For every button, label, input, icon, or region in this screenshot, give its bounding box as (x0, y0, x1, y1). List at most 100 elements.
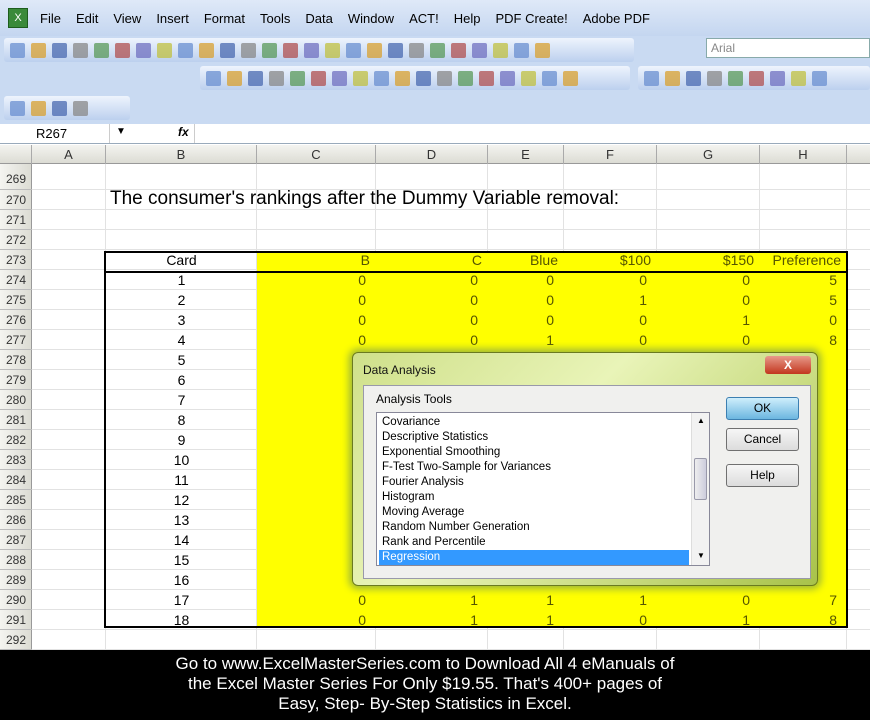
toolbar-icon[interactable] (206, 70, 221, 86)
table-cell[interactable]: 16 (106, 570, 257, 590)
row-header[interactable]: 288 (0, 550, 32, 570)
table-cell[interactable]: 12 (106, 490, 257, 510)
table-cell[interactable]: 4 (106, 330, 257, 350)
table-cell[interactable]: 17 (106, 590, 257, 610)
table-cell[interactable]: 13 (106, 510, 257, 530)
table-cell[interactable]: 7 (106, 390, 257, 410)
toolbar-icon[interactable] (728, 70, 743, 86)
table-cell[interactable]: 1 (376, 590, 488, 610)
table-cell[interactable]: 5 (106, 350, 257, 370)
table-cell[interactable]: 0 (488, 310, 564, 330)
row-header[interactable]: 272 (0, 230, 32, 250)
row-header[interactable]: 291 (0, 610, 32, 630)
column-header-d[interactable]: D (376, 145, 488, 164)
table-cell[interactable]: 7 (760, 590, 847, 610)
row-header[interactable]: 280 (0, 390, 32, 410)
table-cell[interactable]: 11 (106, 470, 257, 490)
row-header[interactable]: 292 (0, 630, 32, 650)
toolbar-icon[interactable] (304, 42, 319, 58)
select-all-corner[interactable] (0, 145, 32, 164)
toolbar-icon[interactable] (395, 70, 410, 86)
menu-help[interactable]: Help (454, 11, 481, 26)
toolbar-icon[interactable] (10, 100, 25, 116)
row-header[interactable]: 276 (0, 310, 32, 330)
menu-tools[interactable]: Tools (260, 11, 290, 26)
column-header-b[interactable]: B (106, 145, 257, 164)
menu-act[interactable]: ACT! (409, 11, 439, 26)
table-cell[interactable]: 0 (657, 330, 760, 350)
list-item[interactable]: Regression (379, 550, 689, 565)
toolbar-icon[interactable] (749, 70, 764, 86)
list-item[interactable]: Fourier Analysis (379, 475, 689, 490)
table-cell[interactable]: 1 (376, 610, 488, 630)
list-item[interactable]: F-Test Two-Sample for Variances (379, 460, 689, 475)
toolbar-icon[interactable] (416, 70, 431, 86)
toolbar-icon[interactable] (157, 42, 172, 58)
list-item[interactable]: Histogram (379, 490, 689, 505)
name-box[interactable]: R267 (0, 124, 110, 143)
toolbar-icon[interactable] (136, 42, 151, 58)
table-cell[interactable]: 2 (106, 290, 257, 310)
ok-button[interactable]: OK (726, 397, 799, 420)
table-cell[interactable]: 0 (376, 270, 488, 290)
column-header-e[interactable]: E (488, 145, 564, 164)
font-name-box[interactable]: Arial (706, 38, 870, 58)
table-cell[interactable]: 1 (564, 290, 657, 310)
toolbar-icon[interactable] (332, 70, 347, 86)
column-header-f[interactable]: F (564, 145, 657, 164)
toolbar-icon[interactable] (367, 42, 382, 58)
toolbar-icon[interactable] (791, 70, 806, 86)
toolbar-icon[interactable] (644, 70, 659, 86)
list-item[interactable]: Rank and Percentile (379, 535, 689, 550)
toolbar-icon[interactable] (812, 70, 827, 86)
row-header[interactable]: 277 (0, 330, 32, 350)
table-cell[interactable]: 14 (106, 530, 257, 550)
toolbar-icon[interactable] (178, 42, 193, 58)
table-cell[interactable]: 8 (106, 410, 257, 430)
table-cell[interactable]: 5 (760, 270, 847, 290)
row-header[interactable]: 282 (0, 430, 32, 450)
table-cell[interactable]: 1 (106, 270, 257, 290)
scroll-up-icon[interactable]: ▲ (697, 416, 705, 425)
toolbar-icon[interactable] (514, 42, 529, 58)
menu-insert[interactable]: Insert (156, 11, 189, 26)
toolbar-icon[interactable] (10, 42, 25, 58)
table-cell[interactable]: 3 (106, 310, 257, 330)
toolbar-icon[interactable] (451, 42, 466, 58)
table-cell[interactable]: 0 (657, 590, 760, 610)
toolbar-icon[interactable] (52, 42, 67, 58)
column-header-h[interactable]: H (760, 145, 847, 164)
list-item[interactable]: Moving Average (379, 505, 689, 520)
table-cell[interactable]: 0 (257, 310, 376, 330)
menu-file[interactable]: File (40, 11, 61, 26)
toolbar-icon[interactable] (283, 42, 298, 58)
table-cell[interactable]: 0 (564, 610, 657, 630)
toolbar-icon[interactable] (262, 42, 277, 58)
toolbar-icon[interactable] (31, 42, 46, 58)
list-item[interactable]: Random Number Generation (379, 520, 689, 535)
list-item[interactable]: Covariance (379, 415, 689, 430)
toolbar-icon[interactable] (458, 70, 473, 86)
toolbar-icon[interactable] (374, 70, 389, 86)
row-header[interactable]: 279 (0, 370, 32, 390)
toolbar-icon[interactable] (430, 42, 445, 58)
toolbar-icon[interactable] (707, 70, 722, 86)
table-cell[interactable]: 0 (564, 310, 657, 330)
row-header[interactable]: 286 (0, 510, 32, 530)
list-item[interactable]: Exponential Smoothing (379, 445, 689, 460)
table-cell[interactable]: 0 (257, 270, 376, 290)
toolbar-icon[interactable] (409, 42, 424, 58)
toolbar-icon[interactable] (542, 70, 557, 86)
toolbar-icon[interactable] (437, 70, 452, 86)
toolbar-icon[interactable] (220, 42, 235, 58)
row-header[interactable]: 269 (0, 164, 32, 190)
row-header[interactable]: 285 (0, 490, 32, 510)
cancel-button[interactable]: Cancel (726, 428, 799, 451)
list-scrollbar[interactable]: ▲ ▼ (691, 413, 709, 565)
toolbar-icon[interactable] (73, 100, 88, 116)
toolbar-icon[interactable] (686, 70, 701, 86)
row-header[interactable]: 274 (0, 270, 32, 290)
row-header[interactable]: 278 (0, 350, 32, 370)
menu-edit[interactable]: Edit (76, 11, 98, 26)
row-header[interactable]: 273 (0, 250, 32, 270)
